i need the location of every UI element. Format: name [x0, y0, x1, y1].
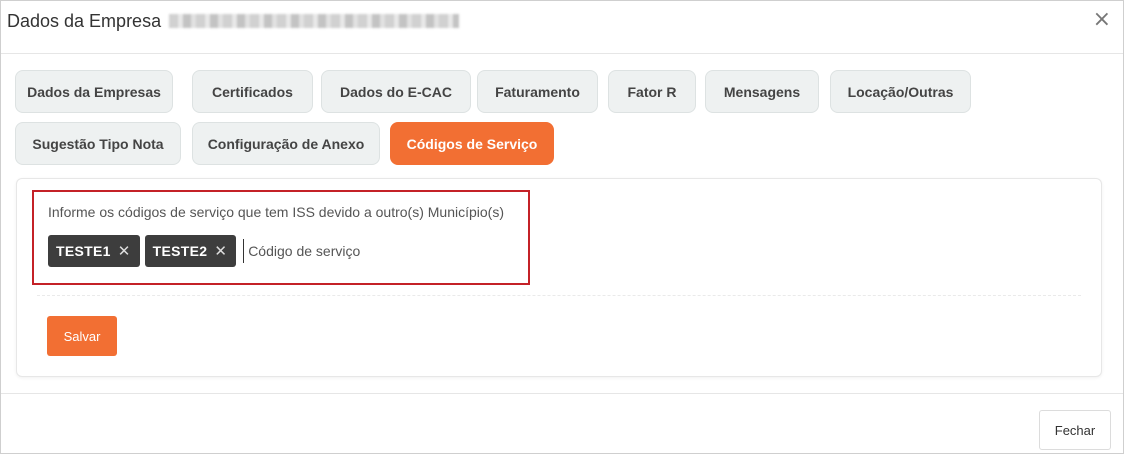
service-code-tag-label: TESTE2 [152, 243, 208, 259]
redacted-company-name [169, 14, 460, 28]
close-icon[interactable]: × [1093, 9, 1111, 31]
service-codes-field-group: Informe os códigos de serviço que tem IS… [32, 190, 530, 285]
service-code-tag: TESTE1 ✕ [48, 235, 140, 267]
company-data-modal: Dados da Empresa × Dados da Empresas Cer… [0, 0, 1124, 454]
tab-codigos-de-servico[interactable]: Códigos de Serviço [390, 122, 554, 165]
service-code-tag-label: TESTE1 [56, 243, 111, 259]
modal-title-text: Dados da Empresa [7, 11, 162, 31]
tab-fator-r[interactable]: Fator R [608, 70, 696, 113]
remove-tag-icon[interactable]: ✕ [214, 244, 227, 259]
tab-sugestao-tipo-nota[interactable]: Sugestão Tipo Nota [15, 122, 181, 165]
modal-header: Dados da Empresa × [1, 1, 1123, 54]
card-divider [37, 295, 1081, 296]
close-button[interactable]: Fechar [1039, 410, 1111, 450]
modal-footer: Fechar [1, 393, 1123, 453]
service-codes-label: Informe os códigos de serviço que tem IS… [48, 204, 504, 220]
tab-locacao-outras[interactable]: Locação/Outras [830, 70, 971, 113]
service-code-tag: TESTE2 ✕ [144, 235, 237, 267]
service-codes-card: Informe os códigos de serviço que tem IS… [16, 178, 1102, 377]
tab-mensagens[interactable]: Mensagens [705, 70, 819, 113]
tab-dados-do-e-cac[interactable]: Dados do E-CAC [321, 70, 471, 113]
remove-tag-icon[interactable]: ✕ [118, 244, 131, 259]
modal-title: Dados da Empresa [7, 11, 460, 31]
tab-certificados[interactable]: Certificados [192, 70, 313, 113]
tab-configuracao-de-anexo[interactable]: Configuração de Anexo [192, 122, 380, 165]
save-button[interactable]: Salvar [47, 316, 117, 356]
tab-dados-da-empresas[interactable]: Dados da Empresas [15, 70, 173, 113]
tab-faturamento[interactable]: Faturamento [477, 70, 598, 113]
service-code-input[interactable] [248, 243, 429, 259]
service-codes-tag-input[interactable]: TESTE1 ✕ TESTE2 ✕ [48, 235, 429, 267]
text-caret [243, 239, 245, 263]
